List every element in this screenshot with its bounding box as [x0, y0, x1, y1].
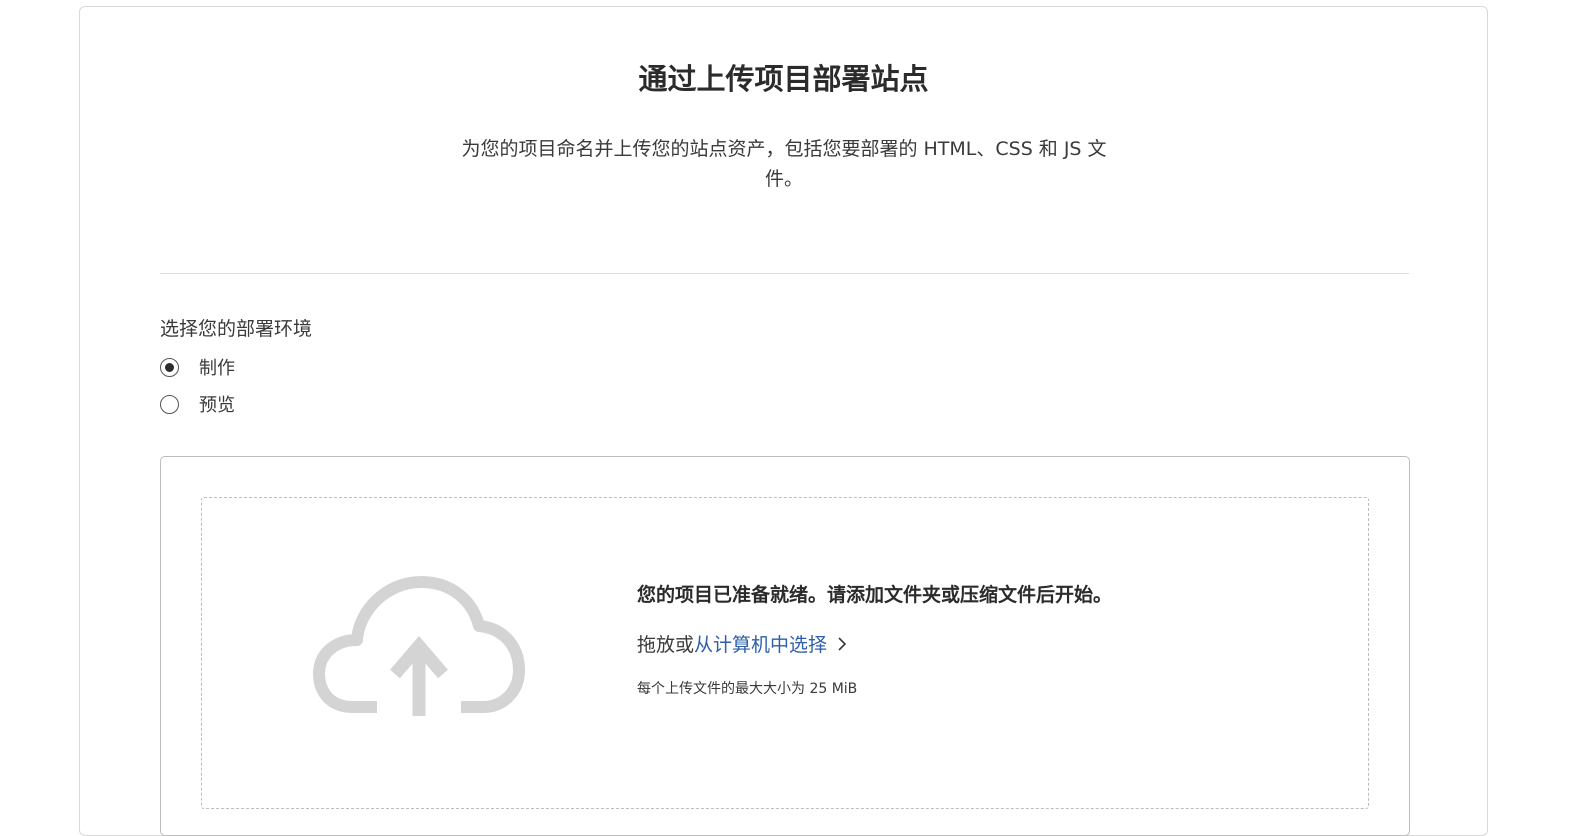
ready-message: 您的项目已准备就绪。请添加文件夹或压缩文件后开始。	[637, 584, 1113, 606]
file-dropzone[interactable]: 您的项目已准备就绪。请添加文件夹或压缩文件后开始。 拖放或 从计算机中选择 每个…	[201, 497, 1369, 809]
radio-selected-dot	[165, 362, 174, 372]
drag-drop-line: 拖放或 从计算机中选择	[637, 630, 847, 657]
deploy-card: 通过上传项目部署站点 为您的项目命名并上传您的站点资产，包括您要部署的 HTML…	[79, 6, 1488, 836]
choose-from-computer-link[interactable]: 从计算机中选择	[694, 630, 827, 657]
section-divider	[160, 273, 1409, 274]
drag-drop-text: 拖放或	[637, 634, 695, 656]
page-title: 通过上传项目部署站点	[638, 62, 929, 96]
max-size-note: 每个上传文件的最大大小为 25 MiB	[637, 681, 858, 697]
radio-label-preview: 预览	[199, 395, 235, 416]
radio-button-production[interactable]	[160, 357, 179, 377]
radio-button-preview[interactable]	[160, 394, 179, 414]
environment-label: 选择您的部署环境	[160, 318, 313, 340]
radio-option-production[interactable]: 制作	[160, 355, 235, 379]
upload-panel: 您的项目已准备就绪。请添加文件夹或压缩文件后开始。 拖放或 从计算机中选择 每个…	[160, 456, 1410, 836]
radio-option-preview[interactable]: 预览	[160, 392, 235, 416]
chevron-right-icon[interactable]	[837, 636, 847, 652]
radio-label-production: 制作	[199, 358, 235, 379]
cloud-upload-icon	[313, 576, 525, 716]
page-subtitle: 为您的项目命名并上传您的站点资产，包括您要部署的 HTML、CSS 和 JS 文…	[461, 138, 1107, 190]
